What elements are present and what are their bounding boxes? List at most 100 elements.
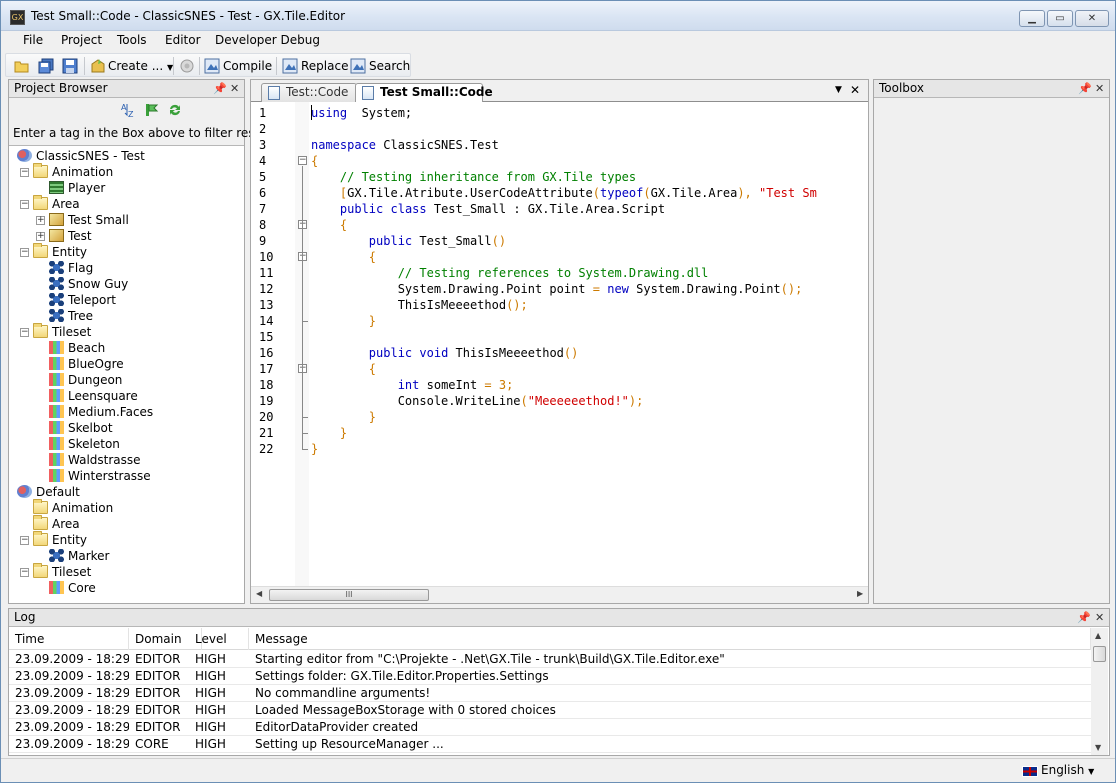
column-header-message[interactable]: Message — [249, 628, 1091, 650]
scroll-right-icon[interactable]: ▶ — [857, 589, 863, 598]
maximize-button[interactable]: ▭ — [1047, 10, 1073, 27]
column-header-level[interactable]: Level — [189, 628, 249, 650]
code-line[interactable]: System.Drawing.Point point = new System.… — [311, 281, 803, 297]
log-row[interactable]: 23.09.2009 - 18:29 EDITOR HIGH Loaded Messa… — [9, 702, 1091, 719]
pin-icon[interactable]: 📌 — [1078, 80, 1092, 97]
log-row[interactable]: 23.09.2009 - 18:29 CORE HIGH Setting up Res… — [9, 736, 1091, 753]
expand-icon[interactable]: + — [36, 216, 45, 225]
scroll-down-icon[interactable]: ▼ — [1095, 743, 1101, 752]
code-line[interactable]: public void ThisIsMeeeethod() — [311, 345, 579, 361]
code-line[interactable]: namespace ClassicSNES.Test — [311, 137, 499, 153]
code-line[interactable]: [GX.Tile.Atribute.UserCodeAttribute(type… — [311, 185, 817, 201]
save-icon[interactable] — [62, 58, 78, 74]
tab-test-code[interactable]: Test::Code — [261, 83, 357, 102]
tree-item[interactable]: BlueOgre — [9, 356, 244, 372]
code-line[interactable]: ThisIsMeeeethod(); — [311, 297, 528, 313]
close-tab-icon[interactable]: ✕ — [850, 83, 860, 97]
minimize-button[interactable]: ▁ — [1019, 10, 1045, 27]
collapse-icon[interactable]: − — [20, 200, 29, 209]
collapse-icon[interactable]: − — [20, 568, 29, 577]
tree-item[interactable]: + Test — [9, 228, 244, 244]
tree-item[interactable]: Tree — [9, 308, 244, 324]
tab-list-dropdown-icon[interactable]: ▼ — [835, 85, 842, 95]
tree-item[interactable]: Player — [9, 180, 244, 196]
tree-item[interactable]: + Test Small — [9, 212, 244, 228]
create-dropdown-button[interactable]: Create ... ▼ — [108, 56, 173, 76]
code-line[interactable]: { — [311, 153, 318, 169]
menu-editor[interactable]: Editor — [161, 33, 205, 47]
run-disabled-icon[interactable] — [179, 58, 195, 74]
tree-item[interactable]: Teleport — [9, 292, 244, 308]
code-line[interactable]: Console.WriteLine("Meeeeeethod!"); — [311, 393, 644, 409]
log-row[interactable]: 23.09.2009 - 18:29 EDITOR HIGH No commandli… — [9, 685, 1091, 702]
tree-item[interactable]: − Area — [9, 195, 244, 212]
close-pane-icon[interactable]: ✕ — [230, 80, 239, 97]
pin-icon[interactable]: 📌 — [1077, 609, 1091, 626]
language-selector[interactable]: English ▼ — [1041, 763, 1094, 777]
log-row[interactable]: 23.09.2009 - 18:29 EDITOR HIGH Starting edi… — [9, 651, 1091, 668]
code-line[interactable]: } — [311, 425, 347, 441]
close-pane-icon[interactable]: ✕ — [1095, 80, 1104, 97]
tree-item[interactable]: Leensquare — [9, 388, 244, 404]
horizontal-scrollbar[interactable]: ◀ III ▶ — [251, 586, 868, 603]
sort-az-icon[interactable]: AZ — [121, 102, 137, 118]
code-line[interactable]: } — [311, 441, 318, 457]
expand-icon[interactable]: + — [36, 232, 45, 241]
menu-tools[interactable]: Tools — [113, 33, 151, 47]
menu-project[interactable]: Project — [57, 33, 106, 47]
collapse-icon[interactable]: − — [20, 328, 29, 337]
tree-item[interactable]: Default — [9, 484, 244, 500]
tree-item[interactable]: Area — [9, 515, 244, 532]
tree-item[interactable]: Animation — [9, 499, 244, 516]
close-pane-icon[interactable]: ✕ — [1095, 609, 1104, 626]
tree-item[interactable]: Core — [9, 580, 244, 596]
open-folder-icon[interactable] — [14, 58, 30, 74]
scrollbar-thumb[interactable] — [1093, 646, 1106, 662]
tree-item[interactable]: Waldstrasse — [9, 452, 244, 468]
code-line[interactable]: public Test_Small() — [311, 233, 506, 249]
code-text-area[interactable]: 1 using System; 2 3 namespace ClassicSNES.Te… — [251, 102, 868, 586]
tree-item[interactable]: − Tileset — [9, 563, 244, 580]
close-window-button[interactable]: ✕ — [1075, 10, 1109, 27]
tree-item[interactable]: Winterstrasse — [9, 468, 244, 484]
code-line[interactable]: int someInt = 3; — [311, 377, 514, 393]
code-line[interactable]: using System; — [311, 105, 412, 121]
code-line[interactable]: { — [311, 249, 376, 265]
code-line[interactable]: // Testing references to System.Drawing.… — [311, 265, 709, 281]
code-line[interactable]: { — [311, 361, 376, 377]
code-line[interactable]: { — [311, 217, 347, 233]
tree-item[interactable]: Skelbot — [9, 420, 244, 436]
tree-item[interactable]: Dungeon — [9, 372, 244, 388]
tree-item[interactable]: Skeleton — [9, 436, 244, 452]
filter-tag-icon[interactable] — [144, 102, 160, 118]
collapse-icon[interactable]: − — [20, 168, 29, 177]
tree-item[interactable]: Marker — [9, 548, 244, 564]
title-bar[interactable]: GX Test Small::Code - ClassicSNES - Test… — [1, 1, 1115, 31]
column-header-time[interactable]: Time — [9, 628, 129, 650]
app-icon[interactable]: GX — [10, 10, 25, 25]
tree-item[interactable]: − Entity — [9, 243, 244, 260]
scrollbar-thumb[interactable]: III — [269, 589, 429, 601]
code-line[interactable]: // Testing inheritance from GX.Tile type… — [311, 169, 636, 185]
log-vertical-scrollbar[interactable]: ▲ ▼ — [1091, 628, 1108, 755]
tree-item[interactable]: Flag — [9, 260, 244, 276]
pin-icon[interactable]: 📌 — [213, 80, 227, 97]
tree-item[interactable]: Beach — [9, 340, 244, 356]
log-row[interactable]: 23.09.2009 - 18:29 EDITOR HIGH EditorDataPr… — [9, 719, 1091, 736]
collapse-icon[interactable]: − — [20, 248, 29, 257]
log-row[interactable]: 23.09.2009 - 18:29 EDITOR HIGH Settings fol… — [9, 668, 1091, 685]
menu-developer-debug[interactable]: Developer Debug — [211, 33, 324, 47]
project-tree[interactable]: ClassicSNES - Test − Animation Player − Area +… — [9, 147, 244, 603]
tree-item[interactable]: − Entity — [9, 531, 244, 548]
code-line[interactable]: } — [311, 409, 376, 425]
save-all-icon[interactable] — [38, 58, 54, 74]
fold-collapse-icon[interactable]: − — [298, 156, 307, 165]
code-line[interactable]: public class Test_Small : GX.Tile.Area.S… — [311, 201, 665, 217]
scroll-left-icon[interactable]: ◀ — [256, 589, 262, 598]
menu-file[interactable]: File — [19, 33, 47, 47]
tree-item[interactable]: − Animation — [9, 163, 244, 180]
tree-item[interactable]: − Tileset — [9, 323, 244, 340]
tree-item[interactable]: ClassicSNES - Test — [9, 148, 244, 164]
collapse-icon[interactable]: − — [20, 536, 29, 545]
scroll-up-icon[interactable]: ▲ — [1095, 631, 1101, 640]
